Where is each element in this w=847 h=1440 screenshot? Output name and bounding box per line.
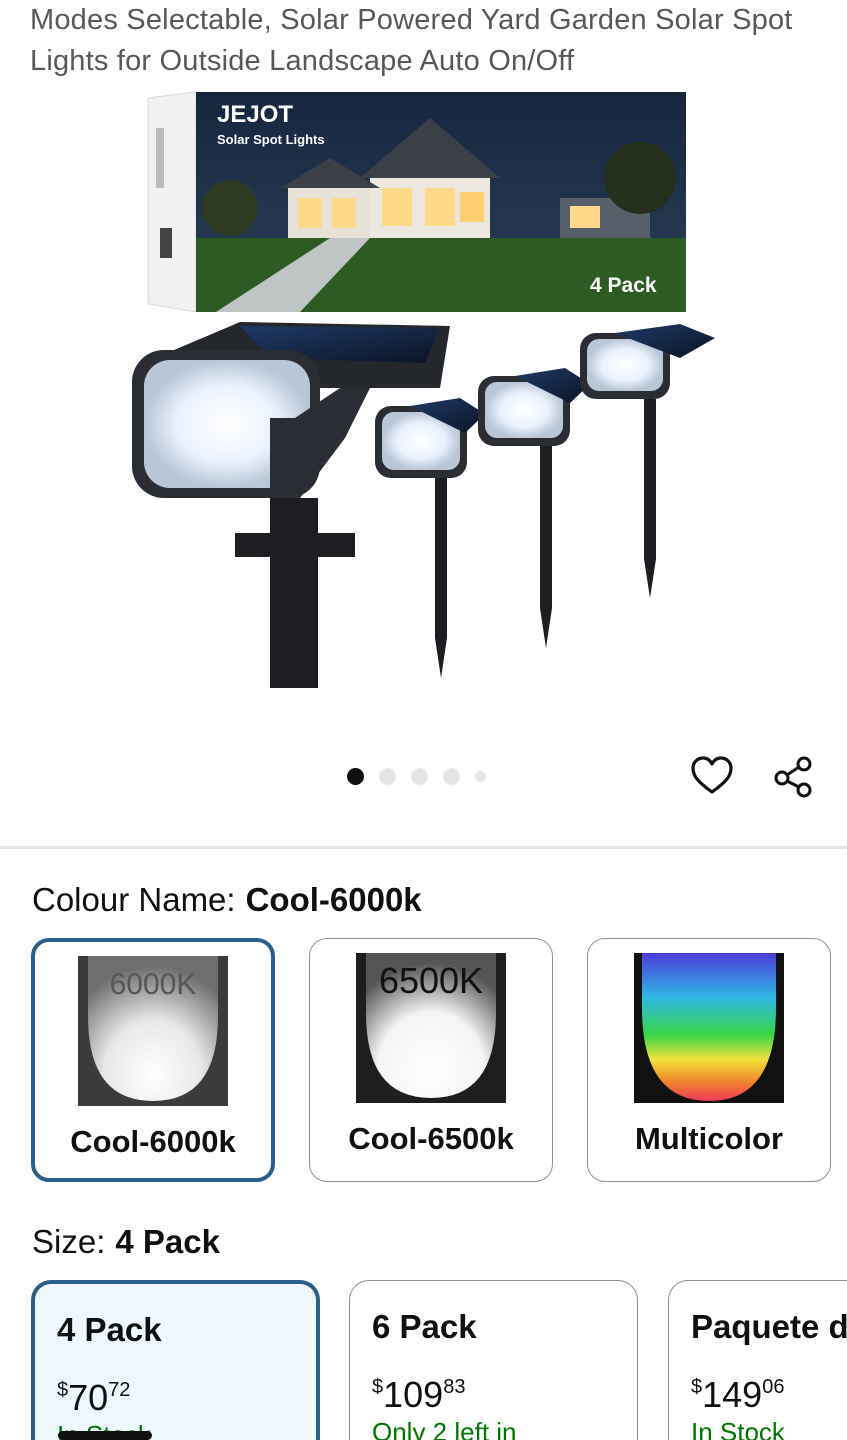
colour-selected-value: Cool-6000k (245, 881, 422, 918)
gallery-dot[interactable] (411, 767, 428, 785)
size-option-label: Paquete de (691, 1308, 847, 1345)
colour-label: Colour Name: (32, 881, 236, 918)
colour-thumb-image: 6500K (356, 953, 506, 1103)
colour-option-cool-6000k[interactable]: 6000K Cool-6000k (31, 938, 275, 1182)
colour-option-multicolor[interactable]: Multicolor (587, 938, 831, 1182)
size-label-row: Size: 4 Pack (32, 1222, 220, 1262)
size-option-price: $7072 (57, 1377, 131, 1418)
colour-option-cool-6500k[interactable]: 6500K Cool-6500k (309, 938, 553, 1182)
colour-option-label: Multicolor (634, 1121, 784, 1156)
size-option-availability: Only 2 left in (372, 1417, 517, 1440)
heart-icon[interactable] (688, 752, 736, 800)
size-label: Size: (32, 1223, 106, 1260)
size-option-paquete[interactable]: Paquete de $14906 In Stock (668, 1280, 847, 1440)
pack-label: 4 Pack (590, 274, 657, 297)
home-indicator[interactable] (58, 1431, 152, 1440)
size-option-price: $14906 (691, 1374, 785, 1415)
size-option-label: 4 Pack (57, 1311, 162, 1348)
gallery-dots[interactable] (347, 766, 486, 786)
product-image[interactable]: JEJOT Solar Spot Lights 4 Pack (120, 88, 730, 698)
gallery-dot[interactable] (443, 767, 460, 785)
colour-thumb-image: 6000K (78, 956, 228, 1106)
gallery-dot[interactable] (475, 770, 486, 782)
colour-option-label: Cool-6000k (70, 1124, 236, 1159)
size-selected-value: 4 Pack (115, 1223, 220, 1260)
gallery-dot[interactable] (347, 767, 364, 785)
section-divider (0, 846, 847, 849)
colour-option-label: Cool-6500k (348, 1121, 514, 1156)
size-option-label: 6 Pack (372, 1308, 477, 1345)
colour-label-row: Colour Name: Cool-6000k (32, 880, 422, 920)
size-option-6-pack[interactable]: 6 Pack $10983 Only 2 left in (349, 1280, 638, 1440)
colour-thumb-text: 6500K (379, 960, 483, 1001)
gallery-dot[interactable] (379, 767, 396, 785)
size-option-4-pack[interactable]: 4 Pack $7072 In Stock (31, 1280, 320, 1440)
colour-thumb-text: 6000K (110, 968, 197, 1001)
colour-thumb-image (634, 953, 784, 1103)
brand-logo: JEJOT (217, 101, 293, 128)
brand-subtitle: Solar Spot Lights (217, 132, 325, 147)
size-option-price: $10983 (372, 1374, 466, 1415)
product-title: Modes Selectable, Solar Powered Yard Gar… (30, 4, 793, 77)
share-icon[interactable] (770, 752, 818, 800)
size-option-availability: In Stock (691, 1417, 785, 1440)
